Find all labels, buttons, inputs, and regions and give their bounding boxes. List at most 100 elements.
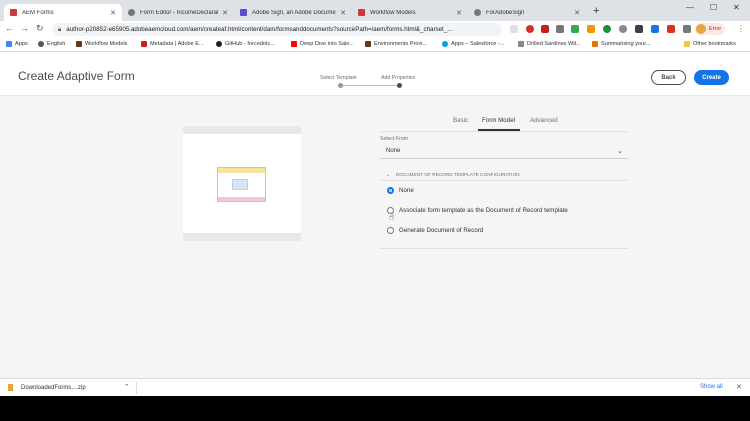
github-icon xyxy=(216,41,222,47)
bookmark-item[interactable]: Deep Dive into Sale... xyxy=(291,41,354,47)
bookmark-item[interactable]: Apps – Salesforce -... xyxy=(442,41,504,47)
extension-icon[interactable] xyxy=(587,25,595,33)
close-icon[interactable]: ✕ xyxy=(456,9,462,17)
zip-file-icon xyxy=(8,384,13,391)
document-icon xyxy=(358,9,365,16)
thumbnail-header xyxy=(218,168,265,173)
url-input[interactable]: 🔒︎ author-p20852-e65905.adobeaemcloud.co… xyxy=(52,23,502,36)
document-icon xyxy=(10,9,17,16)
section-divider xyxy=(380,180,628,181)
extension-icon[interactable] xyxy=(667,25,675,33)
dor-option-generate[interactable]: Generate Document of Record xyxy=(387,227,483,234)
download-item[interactable]: DownloadedForms....zip xyxy=(8,384,86,391)
salesforce-icon xyxy=(442,41,448,47)
browser-menu-icon[interactable]: ⋮ xyxy=(737,24,745,33)
extension-icon[interactable] xyxy=(526,25,534,33)
chevron-up-icon[interactable]: ⌃ xyxy=(124,383,130,391)
bookmark-item[interactable]: Metadata | Adobe E... xyxy=(141,41,204,47)
template-thumbnail xyxy=(217,167,266,202)
thumbnail-body xyxy=(232,179,248,190)
close-icon[interactable]: ✕ xyxy=(574,9,580,17)
extension-icon[interactable] xyxy=(571,25,579,33)
divider xyxy=(136,382,137,394)
dor-section-header[interactable]: ⌄ DOCUMENT OF RECORD TEMPLATE CONFIGURAT… xyxy=(386,172,520,178)
step-connector xyxy=(340,85,400,86)
bookmark-item[interactable]: English xyxy=(38,41,65,47)
document-icon xyxy=(592,41,598,47)
dor-option-associate-template[interactable]: Associate form template as the Document … xyxy=(387,207,568,214)
minimize-icon[interactable]: — xyxy=(686,3,694,12)
browser-tab-adobe-sign[interactable]: Adobe Sign, an Adobe Documen... ✕ xyxy=(234,4,352,21)
new-tab-button[interactable]: + xyxy=(593,5,599,17)
browser-tab-strip: AEM Forms ✕ Form Editor - IncomeDeclarat… xyxy=(0,0,750,21)
bookmark-item[interactable]: Apps xyxy=(6,41,28,47)
browser-tab-foradobesign[interactable]: ForAdobeSign ✕ xyxy=(468,4,586,21)
thumbnail-footer xyxy=(218,197,265,201)
extension-icon[interactable] xyxy=(651,25,659,33)
page-title: Create Adaptive Form xyxy=(18,69,135,83)
dor-option-none[interactable]: None xyxy=(387,187,414,194)
tab-form-model[interactable]: Form Model xyxy=(482,117,515,124)
extension-icon[interactable] xyxy=(556,25,564,33)
tab-basic[interactable]: Basic xyxy=(453,117,468,124)
extension-icon[interactable] xyxy=(635,25,643,33)
reload-icon[interactable]: ↻ xyxy=(36,23,44,34)
download-bar: DownloadedForms....zip ⌃ Show all ✕ xyxy=(0,378,750,396)
close-icon[interactable]: ✕ xyxy=(110,9,116,17)
close-icon[interactable]: ✕ xyxy=(736,383,742,391)
wizard-header: Create Adaptive Form Select Template Add… xyxy=(0,52,750,96)
bookmark-item[interactable]: Environments Provi... xyxy=(365,41,427,47)
profile-button[interactable]: Error xyxy=(695,23,726,35)
tab-divider xyxy=(380,131,628,132)
extensions-puzzle-icon[interactable] xyxy=(683,25,691,33)
adobe-icon xyxy=(141,41,147,47)
globe-icon xyxy=(128,9,135,16)
step-label-add-properties: Add Properties xyxy=(381,75,416,81)
globe-icon xyxy=(474,9,481,16)
tab-advanced[interactable]: Advanced xyxy=(530,117,558,124)
forward-arrow-icon[interactable]: → xyxy=(20,23,29,33)
bookmark-item[interactable]: GitHub - forcedotc... xyxy=(216,41,275,47)
folder-icon xyxy=(684,41,690,47)
window-close-icon[interactable]: ✕ xyxy=(733,3,740,12)
back-button[interactable]: Back xyxy=(651,70,686,85)
browser-tab-workflow-models[interactable]: Workflow Models ✕ xyxy=(352,4,468,21)
step-label-select-template: Select Template xyxy=(320,75,357,81)
radio-unselected[interactable] xyxy=(387,227,394,234)
bookmarks-bar: Apps English Workflow Models Metadata | … xyxy=(0,38,750,52)
bookmark-item[interactable]: Summarising your... xyxy=(592,41,650,47)
bookmark-item[interactable]: Drilled Sardines Wit... xyxy=(518,41,581,47)
star-icon[interactable] xyxy=(510,25,518,33)
browser-tab-aem-forms[interactable]: AEM Forms ✕ xyxy=(4,4,122,21)
globe-icon xyxy=(38,41,44,47)
avatar xyxy=(696,24,706,34)
show-all-link[interactable]: Show all xyxy=(700,384,723,390)
extension-icon[interactable] xyxy=(603,25,611,33)
bookmark-item[interactable]: Workflow Models xyxy=(76,41,127,47)
wizard-steps: Select Template Add Properties xyxy=(320,72,430,92)
close-icon[interactable]: ✕ xyxy=(340,9,346,17)
maximize-icon[interactable]: ☐ xyxy=(710,3,717,12)
adobe-sign-icon xyxy=(240,9,247,16)
apps-grid-icon xyxy=(6,41,12,47)
radio-selected[interactable] xyxy=(387,187,394,194)
chevron-down-icon: ⌄ xyxy=(386,172,391,178)
aem-content: Create Adaptive Form Select Template Add… xyxy=(0,52,750,378)
extension-icon[interactable] xyxy=(619,25,627,33)
select-from-dropdown[interactable]: None ⌄ xyxy=(380,144,628,159)
youtube-icon xyxy=(291,41,297,47)
browser-tab-form-editor[interactable]: Form Editor - IncomeDeclaration ✕ xyxy=(122,4,234,21)
options-divider xyxy=(380,248,628,249)
step-dot-add-properties xyxy=(397,83,402,88)
close-icon[interactable]: ✕ xyxy=(222,9,228,17)
extension-icon[interactable] xyxy=(541,25,549,33)
mouse-pointer-icon: ☝ xyxy=(389,212,395,222)
document-icon xyxy=(365,41,371,47)
back-arrow-icon[interactable]: ← xyxy=(5,23,14,33)
lock-icon: 🔒︎ xyxy=(58,25,62,33)
create-button[interactable]: Create xyxy=(694,70,729,85)
document-icon xyxy=(76,41,82,47)
template-preview xyxy=(183,126,301,241)
step-dot-select-template[interactable] xyxy=(338,83,343,88)
other-bookmarks[interactable]: Other bookmarks xyxy=(684,41,736,47)
